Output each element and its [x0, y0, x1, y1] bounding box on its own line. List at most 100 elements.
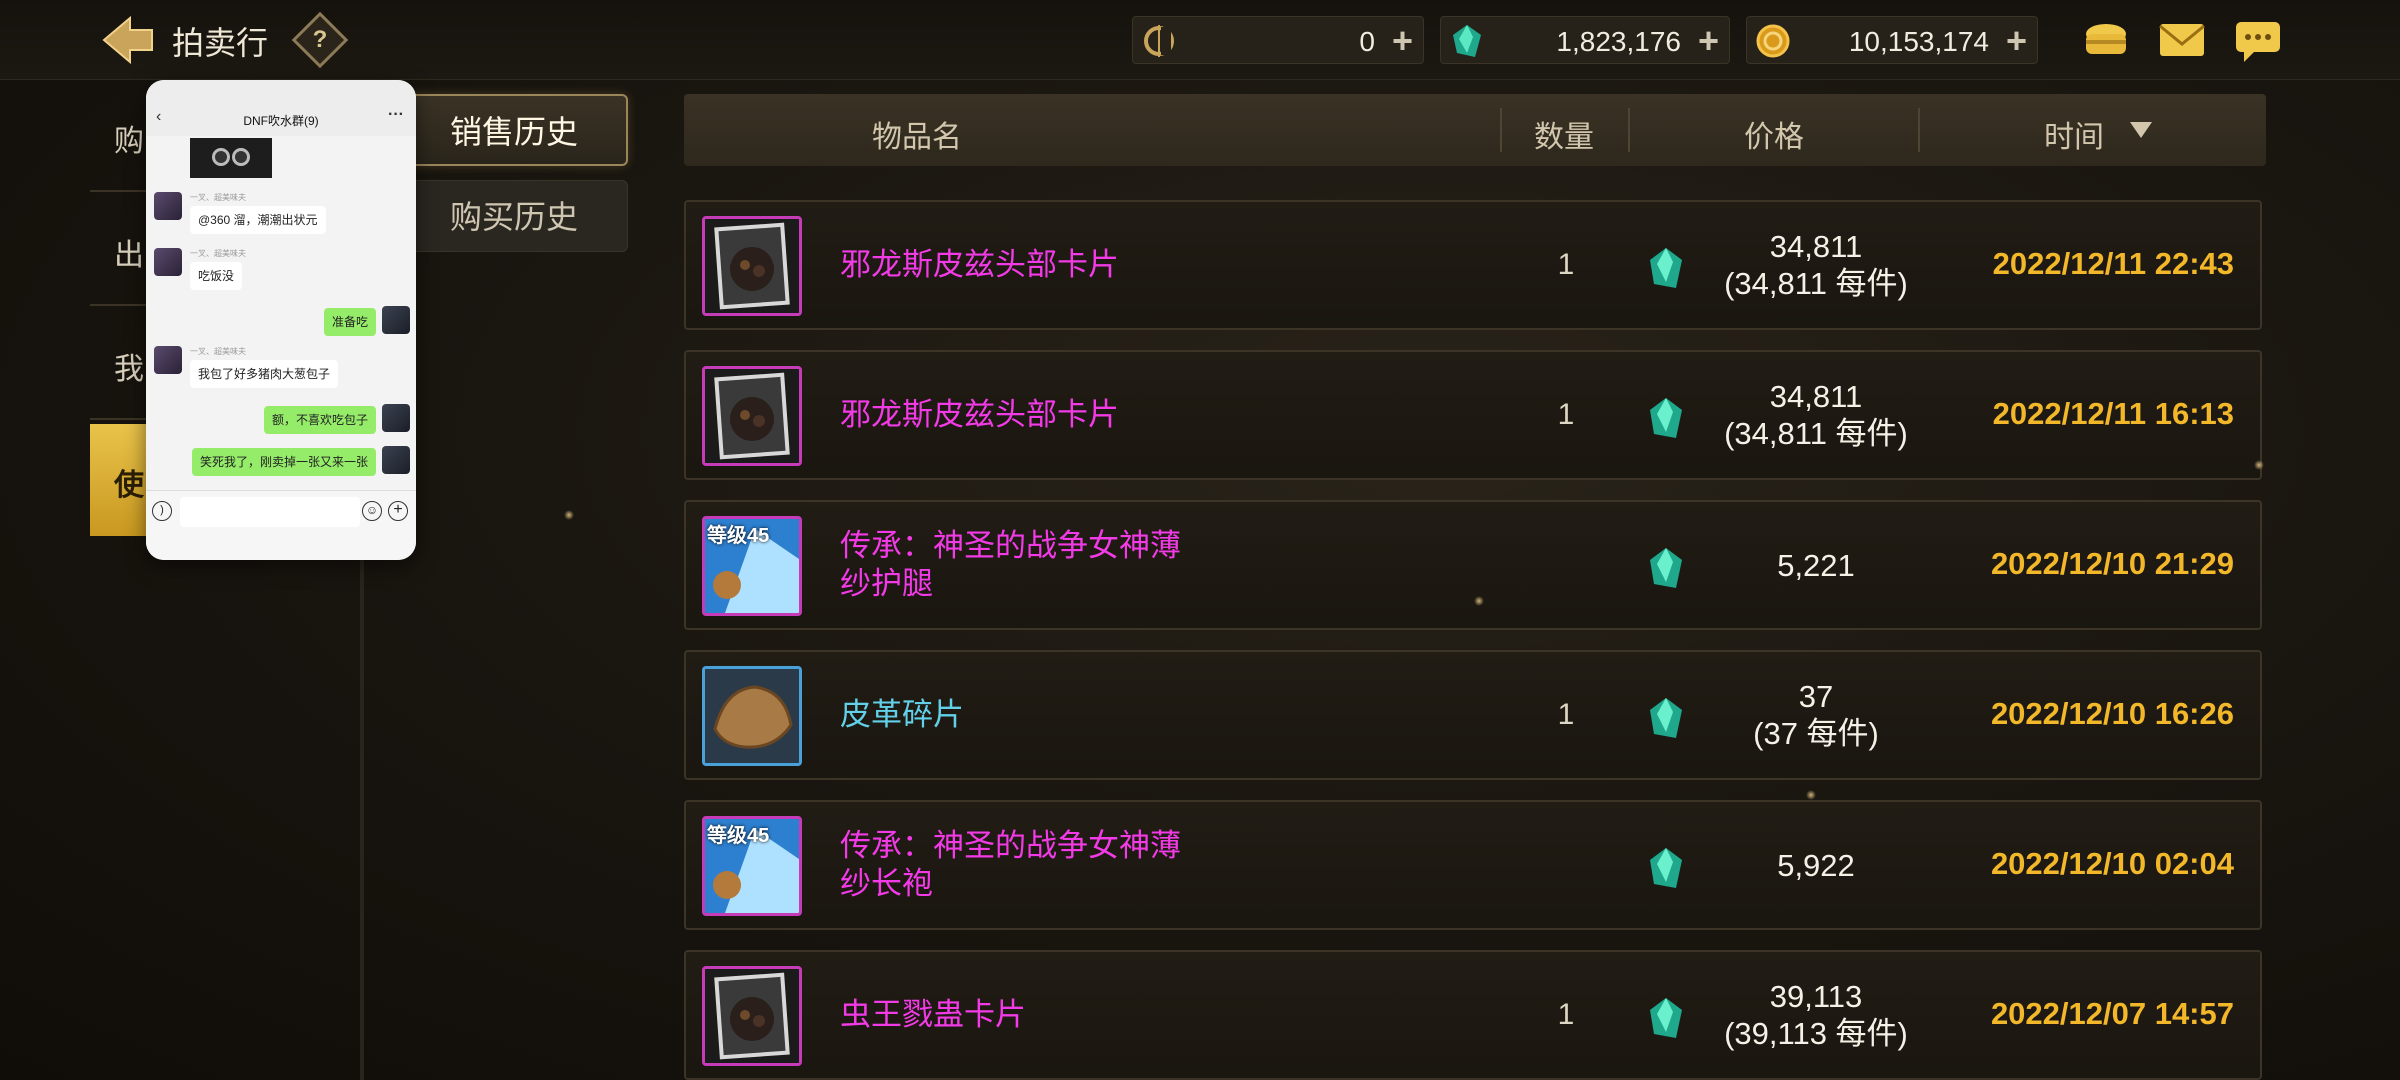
- item-quantity: 1: [1557, 248, 1575, 281]
- item-price: 34,811 (34,811 每件): [1666, 352, 1966, 478]
- item-quantity: 1: [1557, 398, 1575, 431]
- emoji-icon[interactable]: ☺: [362, 501, 382, 521]
- gold-value: 10,153,174: [1848, 26, 1989, 57]
- armor-level45-icon[interactable]: 等级45: [702, 816, 802, 916]
- item-name: 虫王戮蛊卡片: [840, 952, 1260, 1078]
- sparkle: [1806, 790, 1816, 800]
- item-name-line: 传承：神圣的战争女神薄: [840, 528, 1181, 563]
- sender-name: 一叉、超美味夫: [190, 347, 246, 356]
- currency-coupon: 0 +: [1132, 16, 1424, 64]
- currency-gold: 10,153,174 +: [1746, 16, 2038, 64]
- chat-message: 我包了好多猪肉大葱包子: [190, 360, 339, 388]
- item-name: 皮革碎片: [840, 652, 1260, 778]
- price-total: 37: [1798, 679, 1834, 714]
- avatar[interactable]: [382, 404, 410, 432]
- price-per-unit: (34,811 每件): [1724, 266, 1908, 301]
- tab-purchase-history[interactable]: 购买历史: [400, 180, 628, 252]
- sale-time: 2022/12/11 22:43: [1992, 246, 2234, 281]
- table-row[interactable]: 皮革碎片 1 37 (37 每件) 2022/12/10 16:26: [684, 650, 2262, 780]
- chat-overlay[interactable]: ‹ DNF吹水群(9) ··· 一叉、超美味夫 @360 溜，潮潮出状元 一叉、…: [146, 80, 416, 560]
- table-row[interactable]: 等级45 传承：神圣的战争女神薄 纱护腿 5,221 2022/12/10 21:29: [684, 500, 2262, 630]
- card-icon[interactable]: [702, 366, 802, 466]
- price-total: 34,811: [1769, 229, 1863, 264]
- price-total: 39,113: [1769, 979, 1863, 1014]
- header-divider: [1628, 108, 1630, 152]
- image-eye: [232, 148, 250, 166]
- sale-time: 2022/12/07 14:57: [1990, 996, 2234, 1031]
- help-button[interactable]: ?: [291, 11, 349, 69]
- chat-image[interactable]: [190, 138, 272, 178]
- item-quantity: 1: [1557, 998, 1575, 1031]
- item-name-line: 邪龙斯皮兹头部卡片: [840, 397, 1119, 432]
- price-per-unit: (37 每件): [1753, 716, 1879, 751]
- crystal-value: 1,823,176: [1556, 26, 1681, 57]
- column-header-item-name: 物品名: [872, 121, 962, 154]
- chat-message: 额，不喜欢吃包子: [263, 406, 376, 434]
- treasure-box-icon[interactable]: [2080, 14, 2132, 66]
- chat-header: ‹ DNF吹水群(9) ···: [146, 80, 416, 136]
- item-name-text: 皮革碎片: [840, 696, 964, 734]
- sender-name: 一叉、超美味夫: [190, 193, 246, 202]
- item-quantity: 1: [1557, 698, 1575, 731]
- item-price: 5,221: [1666, 502, 1966, 628]
- avatar[interactable]: [382, 446, 410, 474]
- chat-back-icon[interactable]: ‹: [156, 108, 161, 126]
- chat-message: @360 溜，潮潮出状元: [190, 206, 326, 234]
- armor-level45-icon[interactable]: 等级45: [702, 516, 802, 616]
- gold-coin-icon: [1755, 23, 1791, 59]
- price-total: 34,811: [1769, 379, 1863, 414]
- add-crystal-button[interactable]: +: [1698, 21, 1719, 61]
- column-header-time[interactable]: 时间: [2044, 112, 2104, 156]
- table-row[interactable]: 邪龙斯皮兹头部卡片 1 34,811 (34,811 每件) 2022/12/11 22…: [684, 200, 2262, 330]
- sale-time: 2022/12/10 02:04: [1990, 846, 2234, 881]
- c-coin-icon: [1141, 23, 1177, 59]
- table-row[interactable]: 邪龙斯皮兹头部卡片 1 34,811 (34,811 每件) 2022/12/11 16…: [684, 350, 2262, 480]
- item-name-text: 邪龙斯皮兹头部卡片: [840, 396, 1119, 434]
- sort-desc-icon[interactable]: [2130, 122, 2152, 143]
- chat-bubble-icon[interactable]: [2232, 14, 2284, 66]
- item-price: 37 (37 每件): [1666, 652, 1966, 778]
- card-icon[interactable]: [702, 966, 802, 1066]
- chat-text-field[interactable]: [180, 497, 360, 527]
- add-gold-button[interactable]: +: [2006, 21, 2027, 61]
- price-total: 5,922: [1777, 847, 1855, 883]
- header-divider: [1500, 108, 1502, 152]
- coupon-value: 0: [1359, 26, 1375, 57]
- header-divider: [1918, 108, 1920, 152]
- price-per-unit: (34,811 每件): [1724, 416, 1908, 451]
- chat-message: 笑死我了，刚卖掉一张又来一张: [191, 448, 376, 476]
- avatar[interactable]: [154, 192, 182, 220]
- price-total: 5,221: [1777, 547, 1855, 583]
- add-coupon-button[interactable]: +: [1392, 21, 1413, 61]
- item-name-text: 传承：神圣的战争女神薄 纱护腿: [840, 527, 1181, 603]
- item-name-text: 邪龙斯皮兹头部卡片: [840, 246, 1119, 284]
- item-name-line: 皮革碎片: [840, 697, 964, 732]
- more-options-icon[interactable]: ···: [388, 106, 404, 124]
- item-price: 39,113 (39,113 每件): [1666, 952, 1966, 1078]
- sparkle: [564, 510, 574, 520]
- item-name: 邪龙斯皮兹头部卡片: [840, 352, 1260, 478]
- add-attachment-icon[interactable]: +: [388, 501, 408, 521]
- chat-group-name: DNF吹水群(9): [243, 114, 319, 128]
- table-header: 物品名 数量 价格 时间: [684, 94, 2266, 166]
- table-row[interactable]: 等级45 传承：神圣的战争女神薄 纱长袍 5,922 2022/12/10 02:04: [684, 800, 2262, 930]
- image-eye: [212, 148, 230, 166]
- avatar[interactable]: [382, 306, 410, 334]
- level-badge: 等级45: [707, 525, 770, 547]
- sale-time: 2022/12/10 16:26: [1990, 696, 2234, 731]
- leather-scrap-icon[interactable]: [702, 666, 802, 766]
- voice-icon[interactable]: ): [152, 501, 172, 521]
- avatar[interactable]: [154, 346, 182, 374]
- avatar[interactable]: [154, 248, 182, 276]
- item-name: 传承：神圣的战争女神薄 纱长袍: [840, 802, 1260, 928]
- item-name-line: 邪龙斯皮兹头部卡片: [840, 247, 1119, 282]
- card-icon[interactable]: [702, 216, 802, 316]
- level-badge: 等级45: [707, 825, 770, 847]
- sparkle: [2254, 460, 2264, 470]
- tab-sales-history[interactable]: 销售历史: [400, 94, 628, 166]
- sale-time: 2022/12/11 16:13: [1992, 396, 2234, 431]
- back-arrow-icon[interactable]: [100, 14, 156, 66]
- price-per-unit: (39,113 每件): [1724, 1016, 1908, 1051]
- mail-icon[interactable]: [2156, 14, 2208, 66]
- table-row[interactable]: 虫王戮蛊卡片 1 39,113 (39,113 每件) 2022/12/07 14:57: [684, 950, 2262, 1080]
